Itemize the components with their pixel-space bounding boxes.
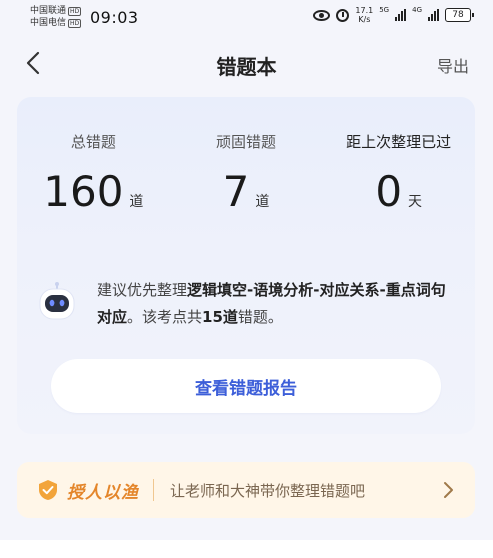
stat-label: 距上次整理已过: [346, 133, 452, 151]
promo-divider: [153, 479, 154, 501]
stat-days-since: 距上次整理已过 0 天: [322, 131, 475, 214]
net-type-5g: 5G: [379, 6, 390, 14]
robot-assistant-icon: [39, 282, 75, 320]
advice-middle: 。该考点共: [127, 308, 203, 326]
advice-text: 建议优先整理逻辑填空-语境分析-对应关系-重点词句对应。该考点共15道错题。: [97, 277, 457, 331]
carrier-2: 中国电信: [30, 18, 67, 28]
signal-icon: [428, 9, 439, 21]
status-time: 09:03: [90, 8, 139, 27]
nav-bar: 错题本 导出: [0, 40, 493, 88]
carrier-info: 中国联通 HD 中国电信 HD: [30, 5, 82, 29]
stat-unit: 天: [408, 194, 423, 210]
battery-level: 78: [452, 10, 464, 20]
status-icons: 17.1 K/s 5G 4G 78: [313, 6, 474, 24]
net-speed-unit: K/s: [358, 15, 371, 24]
stats-row: 总错题 160 道 顽固错题 7 道 距上次整理已过 0 天: [17, 131, 475, 214]
stat-label: 总错题: [70, 133, 116, 151]
advice-block: 建议优先整理逻辑填空-语境分析-对应关系-重点词句对应。该考点共15道错题。: [37, 277, 457, 331]
hd-badge: HD: [68, 6, 82, 16]
advice-suffix: 错题。: [237, 308, 283, 326]
promo-brand: 授人以渔: [67, 482, 139, 503]
chevron-right-icon: [444, 482, 453, 498]
stat-value: 0: [375, 167, 403, 216]
stat-label: 顽固错题: [216, 133, 277, 151]
net-speed-value: 17.1: [355, 6, 374, 15]
carrier-1: 中国联通: [30, 6, 67, 16]
net-type-4g: 4G: [412, 6, 422, 14]
stat-total: 总错题 160 道: [17, 131, 170, 214]
summary-card: 总错题 160 道 顽固错题 7 道 距上次整理已过 0 天 建议优先整理逻辑填…: [17, 97, 475, 434]
advice-prefix: 建议优先整理: [97, 281, 188, 299]
alarm-icon: [336, 8, 350, 22]
signal-icon: [395, 9, 407, 21]
page-title: 错题本: [216, 55, 277, 79]
battery-icon: 78: [445, 8, 474, 22]
advice-count: 15道: [202, 308, 238, 326]
promo-banner[interactable]: 授人以渔 让老师和大神带你整理错题吧: [17, 462, 475, 518]
status-bar: 中国联通 HD 中国电信 HD 09:03 17.1 K/s 5G 4G 78: [0, 0, 493, 34]
stat-value: 160: [43, 167, 124, 216]
stat-stubborn: 顽固错题 7 道: [170, 131, 323, 214]
stat-unit: 道: [129, 194, 144, 210]
promo-text: 让老师和大神带你整理错题吧: [170, 481, 366, 500]
bottom-strip: [0, 540, 493, 558]
hd-badge: HD: [68, 18, 82, 28]
stat-unit: 道: [255, 194, 270, 210]
export-button[interactable]: 导出: [437, 53, 469, 77]
eye-icon: [313, 9, 331, 21]
stat-value: 7: [222, 167, 250, 216]
net-speed: 17.1 K/s: [355, 6, 373, 24]
view-report-button[interactable]: 查看错题报告: [51, 359, 441, 413]
check-badge-icon: [39, 480, 57, 500]
